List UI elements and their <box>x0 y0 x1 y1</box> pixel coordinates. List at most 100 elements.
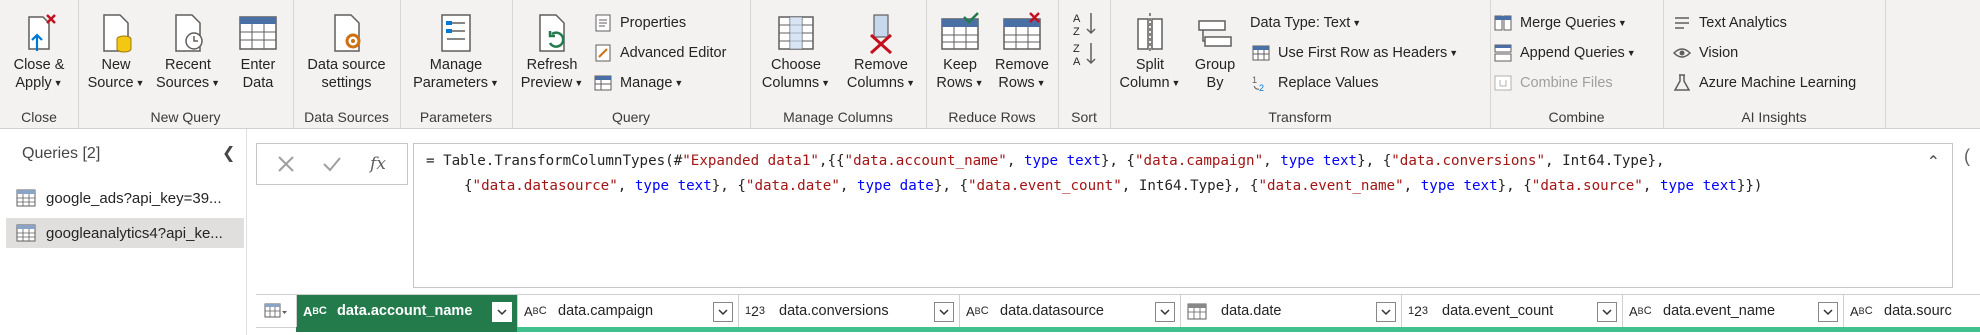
column-header-row: A B C data.account_name A B C data.campaign 1 2 3 d… <box>256 294 1980 328</box>
column-filter-dropdown-icon[interactable] <box>713 302 733 322</box>
formula-token: type text <box>1280 153 1358 169</box>
svg-text:2: 2 <box>1259 83 1264 92</box>
remove-columns-button[interactable]: Remove Columns ▼ <box>842 10 920 92</box>
group-label-query: Query <box>611 109 651 125</box>
formula-token: "data.account_name" <box>844 153 1007 169</box>
merge-queries-icon <box>1492 12 1514 34</box>
replace-values-button[interactable]: 12 Replace Values <box>1250 70 1379 96</box>
group-label-sort: Sort <box>1071 109 1097 125</box>
new-source-button[interactable]: New Source ▼ <box>86 10 146 92</box>
column-header-label: data.datasource <box>1000 303 1104 319</box>
formula-token: "data.event_count" <box>968 178 1122 194</box>
azure-ml-button[interactable]: Azure Machine Learning <box>1671 70 1856 96</box>
column-filter-dropdown-icon[interactable] <box>492 302 512 322</box>
queries-pane-title: Queries [2] <box>22 145 101 162</box>
query-item-selected[interactable]: googleanalytics4?api_ke... <box>6 218 244 248</box>
table-menu-button[interactable] <box>256 295 296 327</box>
column-header[interactable]: A B C data.datasource <box>959 295 1181 327</box>
collapse-pane-chevron-icon[interactable]: ❮ <box>222 143 235 163</box>
column-header[interactable]: A B C data.event_name <box>1622 295 1844 327</box>
group-label-parameters: Parameters <box>419 109 493 125</box>
formula-token: = Table.TransformColumnTypes(# <box>426 153 683 169</box>
column-header-label: data.date <box>1221 303 1282 319</box>
column-header[interactable]: data.date <box>1180 295 1402 327</box>
advanced-editor-icon <box>592 42 614 64</box>
group-parameters: Manage Parameters ▼ Parameters <box>400 0 513 128</box>
close-apply-icon <box>17 10 61 56</box>
choose-columns-button[interactable]: Choose Columns ▼ <box>758 10 834 92</box>
formula-token: , <box>617 178 635 194</box>
group-data-sources: Data source settings Data Sources <box>293 0 401 128</box>
choose-columns-icon <box>774 10 818 56</box>
text-analytics-icon <box>1671 12 1693 34</box>
sort-descending-button[interactable]: Z A <box>1072 40 1102 71</box>
query-settings-edge-icon[interactable]: ( <box>1964 146 1970 167</box>
query-item-label: google_ads?api_key=39... <box>46 189 222 207</box>
text-analytics-button[interactable]: Text Analytics <box>1671 10 1787 36</box>
column-filter-dropdown-icon[interactable] <box>934 302 954 322</box>
insert-function-button[interactable]: fx <box>363 150 393 178</box>
column-filter-dropdown-icon[interactable] <box>1818 302 1838 322</box>
column-header[interactable]: 1 2 3 data.conversions <box>738 295 960 327</box>
formula-token: type text <box>1659 178 1737 194</box>
recent-sources-icon <box>166 10 210 56</box>
data-source-settings-icon <box>325 10 369 56</box>
formula-token: , <box>839 178 857 194</box>
collapse-formula-chevron-icon[interactable]: ⌃ <box>1927 150 1940 175</box>
split-column-button[interactable]: Split Column ▼ <box>1114 10 1186 92</box>
chevron-down-icon: ▼ <box>574 78 584 88</box>
commit-formula-button[interactable] <box>317 150 347 178</box>
properties-button[interactable]: Properties <box>592 10 686 36</box>
queries-pane: Queries [2] ❮ google_ads?api_key=39... g… <box>0 129 247 335</box>
merge-queries-button[interactable]: Merge Queries ▼ <box>1492 10 1627 36</box>
manage-button[interactable]: Manage ▼ <box>592 70 683 96</box>
keep-rows-button[interactable]: Keep Rows ▼ <box>932 10 988 92</box>
formula-input[interactable]: = Table.TransformColumnTypes(#"Expanded … <box>413 143 1953 288</box>
data-type-dropdown[interactable]: Data Type: Text ▼ <box>1250 10 1361 36</box>
formula-token: }}) <box>1736 178 1763 194</box>
append-queries-button[interactable]: Append Queries ▼ <box>1492 40 1636 66</box>
group-label-transform: Transform <box>1268 109 1332 125</box>
chevron-down-icon: ▼ <box>674 78 684 88</box>
group-by-button[interactable]: Group By <box>1188 10 1242 92</box>
column-filter-dropdown-icon[interactable] <box>1597 302 1617 322</box>
chevron-down-icon: ▼ <box>1626 48 1636 58</box>
group-label-ai-insights: AI Insights <box>1741 109 1807 125</box>
cancel-formula-button[interactable] <box>271 150 301 178</box>
svg-text:A: A <box>1073 56 1081 68</box>
formula-token: type text <box>1023 153 1101 169</box>
manage-parameters-button[interactable]: Manage Parameters ▼ <box>408 10 504 92</box>
column-header-label: data.event_name <box>1663 303 1776 319</box>
combine-files-button[interactable]: Combine Files <box>1492 70 1613 96</box>
remove-rows-icon <box>1000 10 1044 56</box>
use-first-row-headers-button[interactable]: Use First Row as Headers ▼ <box>1250 40 1458 66</box>
column-quality-bar-selected <box>296 327 517 332</box>
chevron-down-icon: ▼ <box>490 78 499 88</box>
eye-icon <box>1671 42 1693 64</box>
data-source-settings-button[interactable]: Data source settings <box>299 10 394 92</box>
advanced-editor-button[interactable]: Advanced Editor <box>592 40 726 66</box>
column-header-label: data.account_name <box>337 303 473 319</box>
append-queries-icon <box>1492 42 1514 64</box>
column-header[interactable]: A B C data.campaign <box>517 295 739 327</box>
column-filter-dropdown-icon[interactable] <box>1155 302 1175 322</box>
remove-rows-button[interactable]: Remove Rows ▼ <box>992 10 1052 92</box>
formula-token: "data.campaign" <box>1134 153 1264 169</box>
formula-token: , Int64.Type}, <box>1545 153 1665 169</box>
fx-icon: fx <box>370 154 386 174</box>
column-header[interactable]: A B C data.account_name <box>296 295 518 327</box>
recent-sources-button[interactable]: Recent Sources ▼ <box>154 10 222 92</box>
query-item[interactable]: google_ads?api_key=39... <box>6 183 244 213</box>
vision-button[interactable]: Vision <box>1671 40 1738 66</box>
close-apply-button[interactable]: Close & Apply ▼ <box>8 10 70 92</box>
column-header-label: data.event_count <box>1442 303 1554 319</box>
column-filter-dropdown-icon[interactable] <box>1376 302 1396 322</box>
sort-ascending-button[interactable]: A Z <box>1072 10 1102 41</box>
column-header-label: data.conversions <box>779 303 889 319</box>
refresh-preview-button[interactable]: Refresh Preview ▼ <box>518 10 586 92</box>
group-query: Refresh Preview ▼ Properties Advanced Edit… <box>512 0 751 128</box>
enter-data-button[interactable]: Enter Data <box>230 10 286 92</box>
group-combine: Merge Queries ▼ Append Queries ▼ Combine F… <box>1490 0 1664 128</box>
column-header[interactable]: A B C data.sourc <box>1843 295 1980 327</box>
column-header[interactable]: 1 2 3 data.event_count <box>1401 295 1623 327</box>
